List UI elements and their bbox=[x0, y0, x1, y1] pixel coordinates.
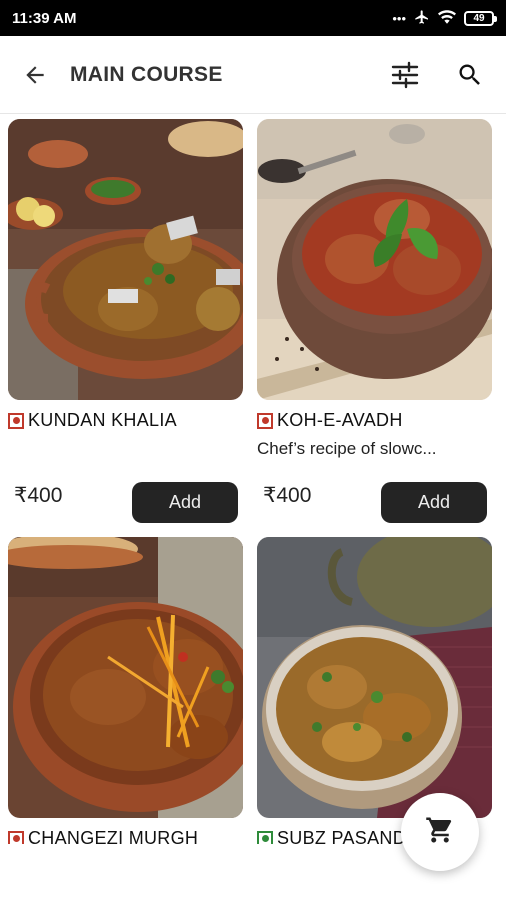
non-veg-indicator-icon bbox=[8, 830, 24, 844]
status-icons: ••• 49 bbox=[392, 9, 497, 28]
item-name: SUBZ PASANDA bbox=[277, 828, 419, 844]
search-icon[interactable] bbox=[456, 61, 484, 89]
page-title: MAIN COURSE bbox=[70, 62, 223, 86]
add-button[interactable]: Add bbox=[132, 482, 238, 523]
veg-indicator-icon bbox=[257, 830, 273, 844]
item-price: ₹400 bbox=[14, 484, 63, 507]
filter-icon[interactable] bbox=[390, 60, 420, 90]
battery-icon: 49 bbox=[464, 10, 497, 26]
item-name: CHANGEZI MURGH bbox=[28, 828, 199, 844]
app-bar: MAIN COURSE bbox=[0, 36, 506, 114]
menu-grid: KUNDAN KHALIA ₹400 Add KOH-E-AVADH Chef’… bbox=[8, 119, 498, 844]
non-veg-indicator-icon bbox=[257, 412, 273, 429]
item-name-row: KUNDAN KHALIA bbox=[8, 410, 243, 431]
back-arrow-icon[interactable] bbox=[20, 60, 50, 90]
item-name: KUNDAN KHALIA bbox=[28, 410, 177, 430]
menu-item-card[interactable]: KOH-E-AVADH Chef’s recipe of slowc... ₹4… bbox=[257, 119, 492, 529]
wifi-icon bbox=[438, 9, 456, 27]
item-name: KOH-E-AVADH bbox=[277, 410, 403, 430]
dish-photo[interactable] bbox=[8, 119, 243, 400]
airplane-icon bbox=[414, 9, 430, 28]
dish-photo[interactable] bbox=[257, 537, 492, 818]
status-time: 11:39 AM bbox=[12, 9, 77, 27]
item-description: Chef’s recipe of slowc... bbox=[257, 439, 437, 458]
menu-item-card[interactable]: CHANGEZI MURGH bbox=[8, 537, 243, 844]
cart-icon bbox=[425, 815, 455, 850]
signal-dots-icon: ••• bbox=[392, 10, 406, 26]
status-bar: 11:39 AM ••• 49 bbox=[0, 0, 506, 36]
dish-photo[interactable] bbox=[8, 537, 243, 818]
app-bar-actions bbox=[390, 60, 484, 90]
item-price: ₹400 bbox=[263, 484, 312, 507]
add-button[interactable]: Add bbox=[381, 482, 487, 523]
item-name-row: CHANGEZI MURGH bbox=[8, 828, 243, 844]
menu-item-card[interactable]: KUNDAN KHALIA ₹400 Add bbox=[8, 119, 243, 529]
dish-photo[interactable] bbox=[257, 119, 492, 400]
cart-button[interactable] bbox=[401, 793, 479, 871]
non-veg-indicator-icon bbox=[8, 412, 24, 429]
item-name-row: KOH-E-AVADH bbox=[257, 410, 492, 431]
